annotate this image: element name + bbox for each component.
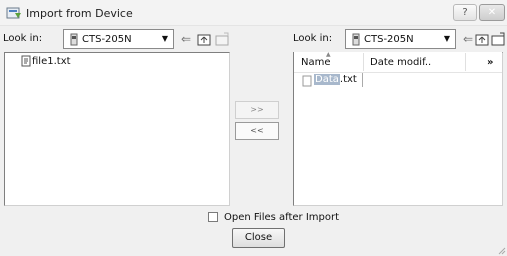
open-files-label: Open Files after Import xyxy=(224,212,340,223)
file-extension: .txt xyxy=(339,74,357,85)
text-file-icon xyxy=(21,55,31,67)
left-file-item[interactable]: file1.txt xyxy=(32,56,71,67)
right-look-in-label: Look in: xyxy=(293,33,333,44)
column-date-header[interactable]: Date modif.. xyxy=(370,57,431,68)
more-columns-chevron[interactable]: » xyxy=(487,57,493,68)
column-name-header[interactable]: Name xyxy=(301,57,331,68)
device-icon xyxy=(70,33,78,46)
text-file-icon xyxy=(302,75,312,87)
new-folder-icon[interactable] xyxy=(489,30,507,48)
column-divider[interactable] xyxy=(465,53,466,71)
chevron-down-icon: ▼ xyxy=(161,34,169,43)
copy-from-device-button[interactable]: << xyxy=(235,122,279,140)
window-close-button[interactable]: ✕ xyxy=(479,4,505,21)
file-name-selected: Data xyxy=(314,74,340,85)
help-button[interactable]: ? xyxy=(453,4,477,21)
right-location-text: CTS-205N xyxy=(364,34,414,45)
back-arrow-icon[interactable]: ⇐ xyxy=(177,30,195,48)
chevron-down-icon: ▼ xyxy=(443,34,451,43)
up-folder-icon[interactable] xyxy=(195,30,213,48)
right-location-combo[interactable]: CTS-205N ▼ xyxy=(345,29,456,49)
left-location-combo[interactable]: CTS-205N ▼ xyxy=(63,29,174,49)
new-folder-icon[interactable] xyxy=(213,30,231,48)
column-divider[interactable] xyxy=(363,53,364,71)
inline-edit-divider xyxy=(362,73,363,87)
close-button[interactable]: Close xyxy=(232,228,285,248)
resize-grip-icon[interactable] xyxy=(496,245,506,255)
device-icon xyxy=(352,33,360,46)
left-look-in-label: Look in: xyxy=(3,33,43,44)
copy-to-device-button[interactable]: >> xyxy=(235,101,279,119)
right-file-item[interactable]: Data.txt xyxy=(314,73,357,87)
import-app-icon xyxy=(6,7,21,19)
open-files-checkbox[interactable] xyxy=(208,212,218,222)
left-location-text: CTS-205N xyxy=(82,34,132,45)
window-title: Import from Device xyxy=(26,7,133,20)
left-file-pane[interactable] xyxy=(4,52,230,206)
